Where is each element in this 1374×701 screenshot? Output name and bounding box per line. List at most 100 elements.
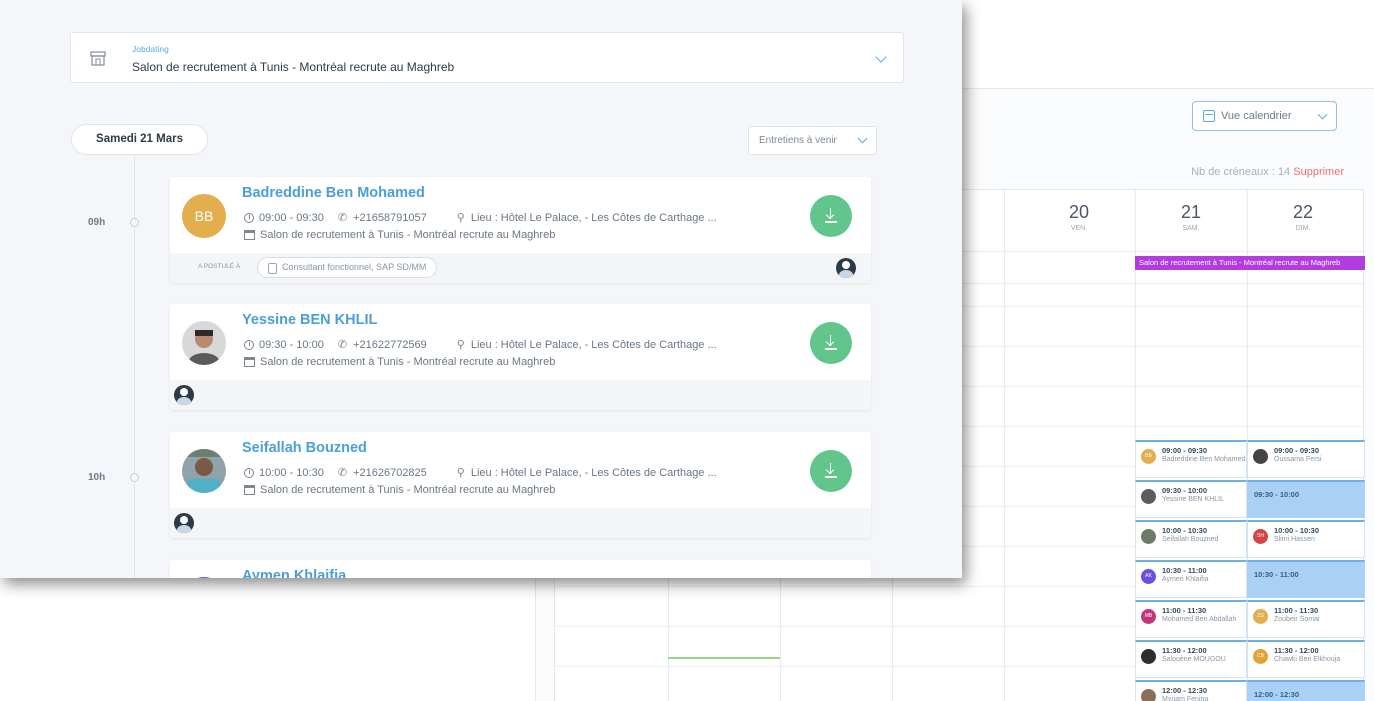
interview-list-window: Jobdating Salon de recrutement à Tunis -… (0, 0, 962, 578)
day-name: VEN. (1070, 225, 1088, 232)
day-number: 22 (1292, 202, 1314, 222)
store-icon (244, 230, 255, 240)
calendar-slot[interactable]: 12:00 - 12:30 (1247, 680, 1365, 701)
event-name: Salon de recrutement à Tunis - Montréal … (260, 484, 556, 496)
calendar-slot[interactable]: 12:00 - 12:30 Myriam Fenina (1135, 680, 1247, 701)
jobdating-select-label: Jobdating (132, 44, 169, 54)
interview-card[interactable]: Seifallah Bouzned 10:00 - 10:30 ✆ +21626… (170, 432, 871, 538)
interview-card[interactable]: Aymen Khlaifia (170, 560, 871, 578)
download-icon-head (825, 210, 835, 220)
calendar-slot[interactable]: BB 09:00 - 09:30 Badreddine Ben Mohamed (1135, 440, 1247, 478)
download-button[interactable] (810, 322, 852, 364)
location-icon: ⚲ (456, 212, 465, 224)
slot-time: 10:00 - 10:30 (1274, 526, 1320, 535)
slot-candidate-name: Chawki Ben Elkhouja (1274, 656, 1341, 663)
event-name: Salon de recrutement à Tunis - Montréal … (260, 229, 556, 241)
interview-time: 09:00 - 09:30 (259, 211, 324, 224)
event-name: Salon de recrutement à Tunis - Montréal … (260, 356, 556, 368)
calendar-slot[interactable]: 10:30 - 11:00 (1247, 560, 1365, 598)
interview-event: Salon de recrutement à Tunis - Montréal … (244, 229, 555, 241)
interview-place: Lieu : Hôtel Le Palace, - Les Côtes de C… (470, 211, 717, 224)
slot-candidate-name: Aymen Khlaifia (1162, 576, 1209, 583)
location-icon: ⚲ (456, 467, 465, 479)
avatar (182, 449, 226, 493)
interview-event: Salon de recrutement à Tunis - Montréal … (244, 356, 555, 368)
download-icon-base (825, 348, 837, 350)
slot-count: Nb de créneaux : 14 Supprimer (1191, 166, 1344, 178)
slot-time: 10:00 - 10:30 (1162, 526, 1208, 535)
interview-card[interactable]: BB Badreddine Ben Mohamed 09:00 - 09:30 … (170, 177, 871, 283)
candidate-phone: +21658791057 (353, 211, 427, 224)
day-name: SAM. (1182, 225, 1200, 232)
job-tag[interactable]: Consultant fonctionnel, SAP SD/MM (257, 257, 438, 278)
recruiter-avatar[interactable] (174, 385, 194, 405)
chevron-down-icon (875, 51, 887, 63)
hour-dot (130, 218, 139, 227)
slot-time: 09:00 - 09:30 (1274, 446, 1320, 455)
slot-time: 10:30 - 11:00 (1162, 566, 1207, 575)
calendar-slot[interactable]: SH 10:00 - 10:30 Slimi Hassen (1247, 520, 1365, 558)
avatar (1141, 489, 1156, 504)
calendar-view-label: Vue calendrier (1221, 110, 1292, 122)
calendar-slot[interactable]: AK 10:30 - 11:00 Aymen Khlaifia (1135, 560, 1247, 598)
candidate-name[interactable]: Yessine BEN KHLIL (242, 312, 377, 328)
slot-time: 11:30 - 12:00 (1162, 646, 1207, 655)
download-icon-base (825, 221, 837, 223)
avatar (1253, 449, 1268, 464)
avatar (182, 577, 226, 578)
avatar (182, 321, 226, 365)
download-button[interactable] (810, 195, 852, 237)
phone-icon: ✆ (337, 212, 348, 224)
event-banner[interactable]: Salon de recrutement à Tunis - Montréal … (1135, 256, 1365, 270)
applied-label: A POSTULÉ À (198, 263, 241, 270)
store-icon (244, 485, 255, 495)
interview-details: 09:30 - 10:00 ✆ +21622772569 ⚲ Lieu : Hô… (244, 338, 717, 351)
avatar: SH (1253, 529, 1268, 544)
hour-label: 10h (88, 472, 106, 483)
calendar-slot[interactable]: ZS 11:00 - 11:30 Zoubeir Somai (1247, 600, 1365, 638)
slot-candidate-name: Badreddine Ben Mohamed (1162, 456, 1246, 463)
candidate-phone: +21626702825 (353, 466, 427, 479)
jobdating-select-value: Salon de recrutement à Tunis - Montréal … (132, 60, 455, 74)
recruiter-avatar[interactable] (836, 258, 856, 278)
candidate-name[interactable]: Seifallah Bouzned (242, 440, 367, 456)
download-button[interactable] (810, 450, 852, 492)
calendar-slot[interactable]: CB 11:30 - 12:00 Chawki Ben Elkhouja (1247, 640, 1365, 678)
calendar-slot[interactable]: 11:30 - 12:00 Salouène MOUGOU (1135, 640, 1247, 678)
calendar-slot[interactable]: 10:00 - 10:30 Seifallah Bouzned (1135, 520, 1247, 558)
slot-count-label: Nb de créneaux : 14 (1191, 166, 1291, 178)
candidate-name[interactable]: Aymen Khlaifia (242, 568, 346, 578)
calendar-slot[interactable]: 09:00 - 09:30 Oussama Fersi (1247, 440, 1365, 478)
calendar-view-toggle[interactable]: Vue calendrier (1192, 101, 1337, 131)
slot-candidate-name: Yessine BEN KHLIL (1162, 496, 1224, 503)
slot-candidate-name: Myriam Fenina (1162, 696, 1209, 701)
download-icon-base (825, 476, 837, 478)
interview-time: 10:00 - 10:30 (259, 466, 324, 479)
current-time-marker (668, 657, 780, 659)
slot-time: 10:30 - 11:00 (1254, 570, 1299, 579)
slot-time: 11:00 - 11:30 (1162, 606, 1207, 615)
download-icon-head (825, 337, 835, 347)
interview-place: Lieu : Hôtel Le Palace, - Les Côtes de C… (470, 466, 717, 479)
interview-event: Salon de recrutement à Tunis - Montréal … (244, 484, 555, 496)
slot-time: 09:30 - 10:00 (1254, 490, 1300, 499)
interview-filter-dropdown[interactable]: Entretiens à venir (748, 126, 877, 155)
clock-icon (244, 339, 254, 350)
delete-slots-link[interactable]: Supprimer (1293, 166, 1344, 178)
day-number: 21 (1180, 202, 1202, 222)
slot-time: 11:30 - 12:00 (1274, 646, 1319, 655)
calendar-slot[interactable]: 09:30 - 10:00 (1247, 480, 1365, 518)
jobdating-select[interactable]: Jobdating Salon de recrutement à Tunis -… (70, 32, 904, 83)
calendar-slot[interactable]: 09:30 - 10:00 Yessine BEN KHLIL (1135, 480, 1247, 518)
chevron-down-icon (1317, 109, 1328, 119)
interview-card[interactable]: Yessine BEN KHLIL 09:30 - 10:00 ✆ +21622… (170, 304, 871, 410)
interview-filter-label: Entretiens à venir (759, 135, 837, 146)
phone-icon: ✆ (337, 467, 348, 479)
chevron-down-icon (857, 133, 868, 144)
calendar-slot[interactable]: MB 11:00 - 11:30 Mohamed Ben Abdallah (1135, 600, 1247, 638)
hour-label: 09h (88, 217, 106, 228)
candidate-name[interactable]: Badreddine Ben Mohamed (242, 185, 425, 201)
slot-candidate-name: Salouène MOUGOU (1162, 656, 1226, 663)
avatar (1141, 649, 1156, 664)
recruiter-avatar[interactable] (174, 513, 194, 533)
